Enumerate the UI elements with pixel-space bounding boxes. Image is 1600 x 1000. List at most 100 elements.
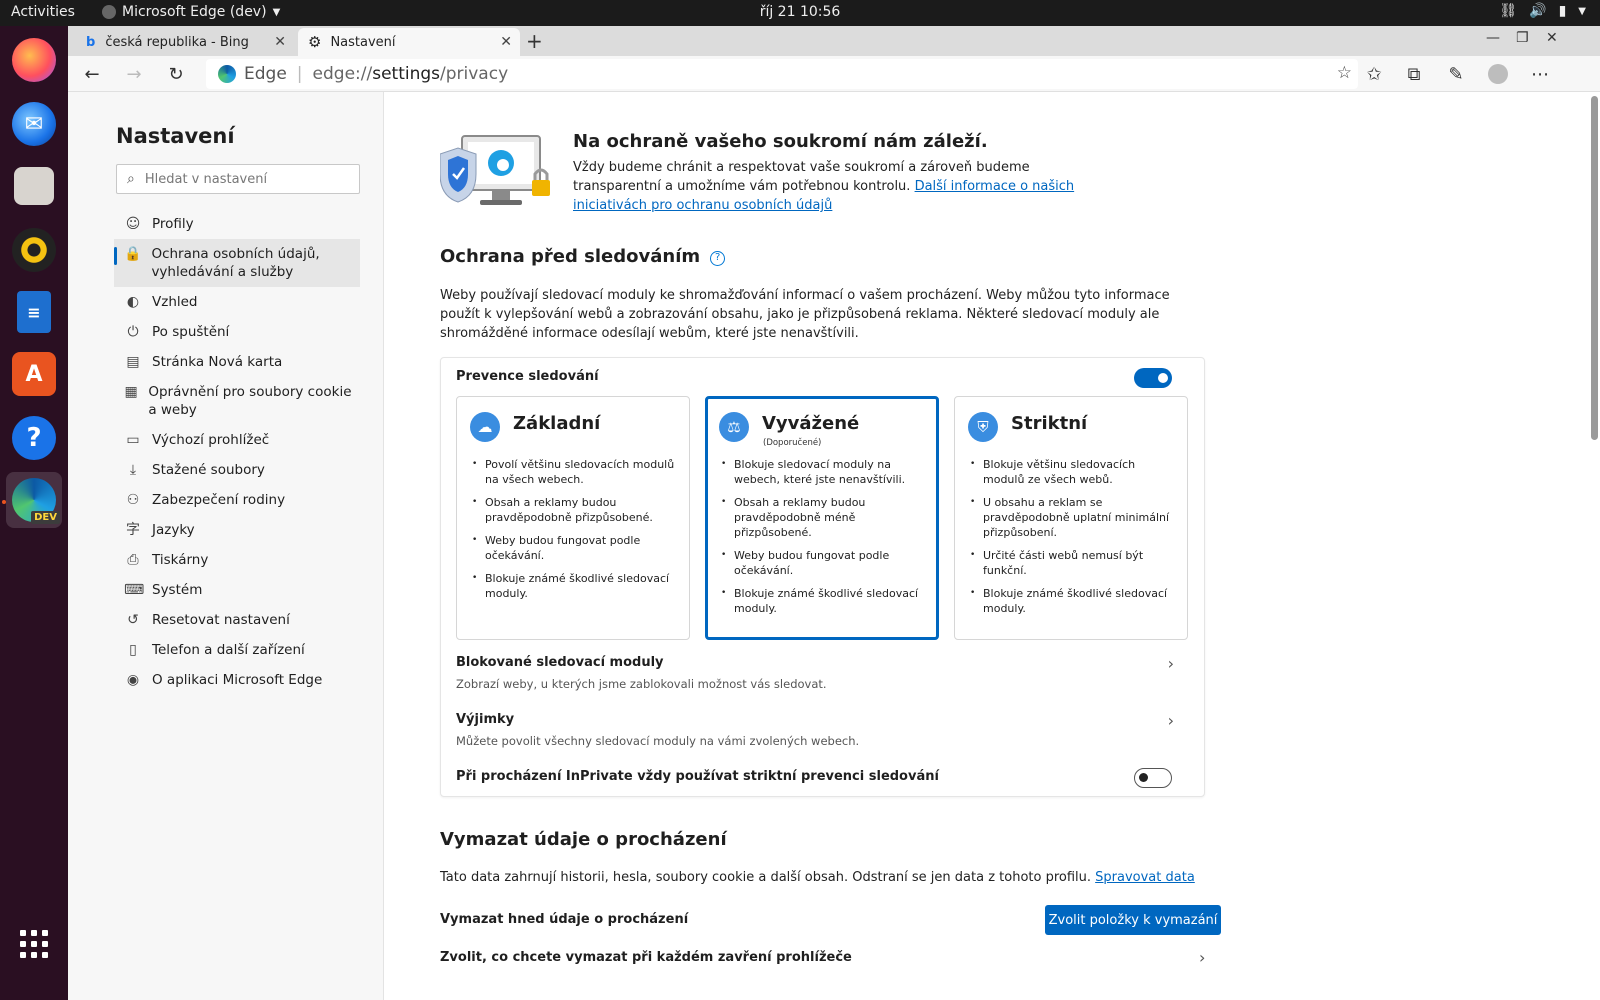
forward-icon[interactable]: →: [122, 62, 146, 86]
list-item: Povolí většinu sledovacích modulů na vše…: [472, 457, 677, 487]
files-icon: [14, 167, 54, 205]
refresh-icon[interactable]: ↻: [164, 62, 188, 86]
dock-files[interactable]: [6, 158, 62, 214]
system-tray[interactable]: ⛓ 🔊 ▮ ▼: [1499, 3, 1586, 21]
sidebar-item-label: O aplikaci Microsoft Edge: [152, 672, 323, 688]
close-tab-icon[interactable]: ✕: [500, 34, 512, 50]
blocked-trackers-title: Blokované sledovací moduly: [456, 655, 664, 670]
list-item: Weby budou fungovat podle očekávání.: [721, 548, 926, 578]
printer-icon: ⎙: [127, 552, 139, 568]
level-recommended: (Doporučené): [763, 438, 822, 448]
family-icon: ⚇: [126, 492, 140, 508]
sidebar-item-label: Po spuštění: [152, 324, 230, 340]
dock-app-center[interactable]: A: [6, 346, 62, 402]
dock-edge-dev[interactable]: DEV: [6, 472, 62, 528]
show-apps-icon: [20, 930, 48, 958]
inprivate-strict-toggle[interactable]: [1134, 768, 1172, 788]
edge-dev-icon: DEV: [12, 478, 60, 524]
dock-help[interactable]: ?: [6, 410, 62, 466]
tracking-prevention-toggle[interactable]: [1134, 368, 1172, 388]
new-tab-button[interactable]: +: [526, 29, 543, 53]
dock-firefox[interactable]: [6, 32, 62, 88]
sidebar-item-startup[interactable]: ⏻ Po spuštění: [114, 317, 360, 347]
gear-icon: ⚙: [308, 33, 322, 51]
profile-avatar[interactable]: [1486, 62, 1510, 86]
tab-label: Nastavení: [330, 34, 396, 50]
settings-sidebar: Nastavení ⌕ Hledat v nastavení ☺ Profily …: [68, 92, 384, 1000]
list-item: Obsah a reklamy budou pravděpodobně přiz…: [472, 495, 677, 525]
level-bullets: Povolí většinu sledovacích modulů na vše…: [472, 457, 677, 609]
list-item: Blokuje známé škodlivé sledovací moduly.: [472, 571, 677, 601]
privacy-heading: Na ochraně vašeho soukromí nám záleží.: [573, 131, 988, 152]
tracking-title-text: Ochrana před sledováním: [440, 246, 701, 267]
sidebar-item-profiles[interactable]: ☺ Profily: [114, 209, 360, 239]
inprivate-strict-label: Při procházení InPrivate vždy používat s…: [456, 769, 939, 784]
sidebar-item-about[interactable]: ◉ O aplikaci Microsoft Edge: [114, 665, 360, 695]
tracking-section-title: Ochrana před sledováním?: [440, 246, 726, 267]
level-card-balanced[interactable]: ⚖ Vyvážené (Doporučené) Blokuje sledovac…: [705, 396, 939, 640]
battery-icon: ▮: [1558, 3, 1567, 19]
sidebar-item-downloads[interactable]: ⤓ Stažené soubory: [114, 455, 360, 485]
help-circle-icon[interactable]: ?: [710, 251, 726, 266]
choose-what-to-clear-button[interactable]: Zvolit položky k vymazání: [1045, 905, 1221, 935]
feedback-icon[interactable]: ✎: [1444, 62, 1468, 86]
list-item: Určité části webů nemusí být funkční.: [970, 548, 1175, 578]
more-menu-icon[interactable]: ⋯: [1528, 62, 1552, 86]
url-text[interactable]: edge://settings/privacy: [313, 64, 509, 84]
firefox-icon: [12, 38, 56, 82]
url-suffix: /privacy: [440, 64, 509, 84]
scrollbar-thumb[interactable]: [1591, 96, 1598, 440]
manage-data-link[interactable]: Spravovat data: [1095, 870, 1195, 885]
sidebar-item-reset[interactable]: ↺ Resetovat nastavení: [114, 605, 360, 635]
list-item: Blokuje známé škodlivé sledovací moduly.: [970, 586, 1175, 616]
minimize-icon[interactable]: —: [1486, 30, 1500, 46]
level-name: Vyvážené: [762, 413, 860, 434]
sidebar-item-phone[interactable]: ▯ Telefon a další zařízení: [114, 635, 360, 665]
tab-settings[interactable]: ⚙ Nastavení ✕: [298, 28, 520, 56]
settings-search-input[interactable]: ⌕ Hledat v nastavení: [116, 164, 360, 194]
chevron-right-icon: ›: [1199, 948, 1206, 967]
dock-rhythmbox[interactable]: [6, 222, 62, 278]
level-card-strict[interactable]: ⛨ Striktní Blokuje většinu sledovacích m…: [954, 396, 1188, 640]
clock[interactable]: říj 21 10:56: [0, 4, 1600, 20]
favorites-icon[interactable]: ✩: [1362, 62, 1386, 86]
sidebar-item-appearance[interactable]: ◐ Vzhled: [114, 287, 360, 317]
dock-thunderbird[interactable]: ✉: [6, 96, 62, 152]
sidebar-item-family[interactable]: ⚇ Zabezpečení rodiny: [114, 485, 360, 515]
clear-section-title: Vymazat údaje o procházení: [440, 829, 727, 850]
download-icon: ⤓: [129, 462, 137, 478]
collections-icon[interactable]: ⧉: [1402, 62, 1426, 86]
close-tab-icon[interactable]: ✕: [274, 34, 286, 50]
level-name: Striktní: [1011, 413, 1088, 434]
sidebar-item-languages[interactable]: 字 Jazyky: [114, 515, 360, 545]
clear-on-close-label: Zvolit, co chcete vymazat při každém zav…: [440, 950, 852, 965]
tab-label: česká republika - Bing: [105, 34, 249, 50]
sidebar-item-newtab[interactable]: ▤ Stránka Nová karta: [114, 347, 360, 377]
rhythmbox-icon: [12, 228, 56, 272]
sidebar-item-default-browser[interactable]: ▭ Výchozí prohlížeč: [114, 425, 360, 455]
tab-bing[interactable]: b česká republika - Bing ✕: [76, 28, 294, 56]
site-permissions-icon: ▦: [124, 384, 138, 400]
chevron-right-icon: ›: [1167, 654, 1174, 673]
sidebar-item-privacy[interactable]: 🔒 Ochrana osobních údajů, vyhledávání a s…: [114, 239, 360, 287]
sidebar-title: Nastavení: [116, 124, 235, 148]
sidebar-item-label: Výchozí prohlížeč: [152, 432, 270, 448]
search-placeholder: Hledat v nastavení: [144, 171, 268, 187]
list-item: Blokuje známé škodlivé sledovací moduly.: [721, 586, 926, 616]
site-identity[interactable]: Edge: [244, 64, 287, 84]
url-prefix: edge://: [312, 64, 373, 84]
sidebar-item-label: Telefon a další zařízení: [152, 642, 305, 658]
back-icon[interactable]: ←: [80, 62, 104, 86]
sidebar-item-system[interactable]: ⌨ Systém: [114, 575, 360, 605]
sidebar-item-printers[interactable]: ⎙ Tiskárny: [114, 545, 360, 575]
address-bar[interactable]: Edge | edge://settings/privacy ☆: [206, 59, 1358, 89]
restore-icon[interactable]: ❐: [1516, 30, 1529, 46]
dock-writer[interactable]: ≡: [6, 284, 62, 340]
close-window-icon[interactable]: ✕: [1546, 30, 1558, 46]
help-icon: ?: [12, 416, 56, 460]
add-favorite-icon[interactable]: ☆: [1337, 63, 1352, 83]
level-card-basic[interactable]: ☁ Základní Povolí většinu sledovacích mo…: [456, 396, 690, 640]
sidebar-item-cookies[interactable]: ▦ Oprávnění pro soubory cookie a weby: [114, 377, 360, 425]
dock-show-apps[interactable]: [6, 916, 62, 972]
privacy-illustration: [440, 135, 550, 205]
